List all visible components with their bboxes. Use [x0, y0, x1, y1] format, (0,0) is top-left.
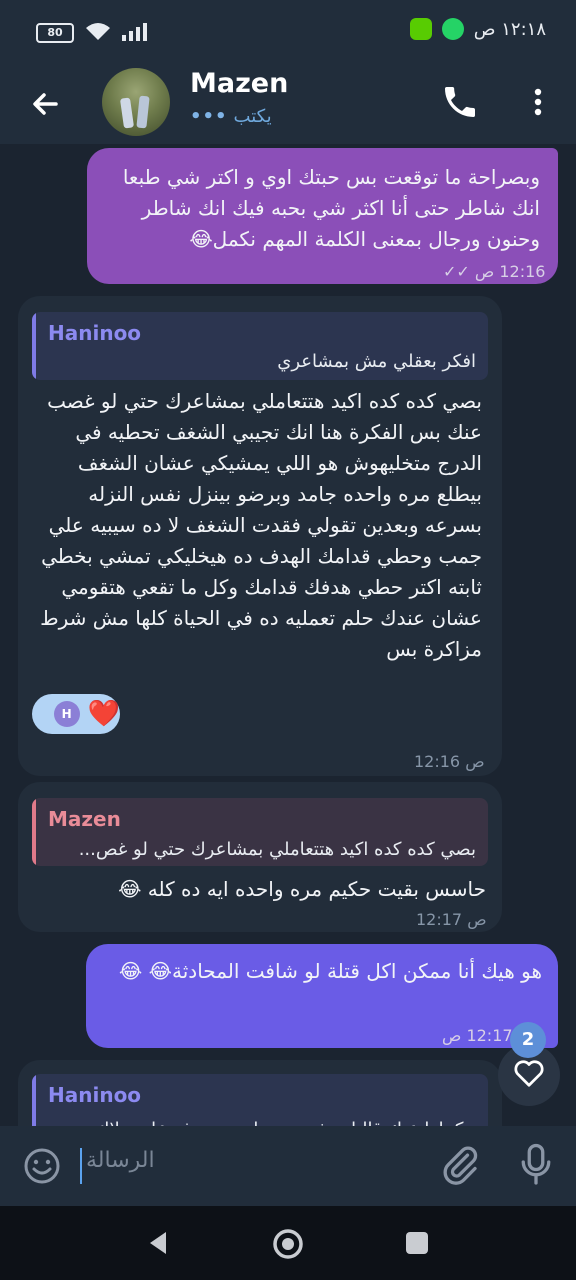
status-left: 80 — [36, 20, 152, 46]
nav-back-icon[interactable] — [146, 1230, 170, 1260]
reply-quote[interactable]: Mazen بصي كده كده اكيد هتتعاملي بمشاعرك … — [32, 798, 488, 866]
reply-bar — [32, 1074, 36, 1126]
reactor-avatar: H — [53, 701, 80, 727]
text-cursor — [80, 1148, 82, 1184]
reply-author: Mazen — [48, 807, 121, 831]
message-text: هو هيك أنا ممكن اكل قتلة لو شافت المحادث… — [118, 959, 542, 983]
message-text: بصي كده كده اكيد هتتعاملي بمشاعرك حتي لو… — [40, 389, 482, 661]
avatar-photo — [119, 97, 135, 129]
message-bubble-outgoing[interactable]: هو هيك أنا ممكن اكل قتلة لو شافت المحادث… — [86, 944, 558, 1048]
composer-bar: الرسالة — [0, 1126, 576, 1206]
message-bubble-incoming[interactable]: Haninoo حكيتلها عنك قالتلي شو حنين انت م… — [18, 1060, 502, 1126]
avatar[interactable] — [102, 68, 170, 136]
reaction-chip[interactable]: ❤️ H — [32, 694, 120, 734]
message-meta: ✓✓ 12:16 ص — [443, 256, 545, 287]
nav-recents-icon[interactable] — [406, 1232, 428, 1254]
chat-header: Mazen ••• يكتب — [0, 62, 576, 144]
reply-quote[interactable]: Haninoo افكر بعقلي مش بمشاعري — [32, 312, 488, 380]
microphone-icon[interactable] — [518, 1142, 554, 1188]
reactions-count-badge[interactable]: 2 — [510, 1022, 546, 1058]
message-input[interactable]: الرسالة — [86, 1148, 155, 1173]
reply-author: Haninoo — [48, 321, 142, 345]
status-bar: 80 ١٢:١٨ ص — [0, 0, 576, 62]
message-bubble-incoming[interactable]: Haninoo افكر بعقلي مش بمشاعري بصي كده كد… — [18, 296, 502, 776]
typing-label: يكتب — [233, 106, 272, 127]
reply-bar — [32, 312, 36, 380]
wifi-icon — [84, 20, 112, 46]
whatsapp-icon — [441, 18, 464, 40]
contact-name[interactable]: Mazen — [190, 68, 288, 99]
duolingo-icon — [409, 18, 432, 40]
message-time: 12:17 ص — [442, 1026, 513, 1045]
message-list[interactable]: وبصراحة ما توقعت بس حبتك اوي و اكتر شي ط… — [0, 144, 576, 1126]
reply-text: افكر بعقلي مش بمشاعري — [277, 351, 476, 372]
system-nav-bar — [0, 1206, 576, 1280]
back-arrow-icon[interactable] — [26, 84, 66, 124]
message-bubble-outgoing[interactable]: وبصراحة ما توقعت بس حبتك اوي و اكتر شي ط… — [87, 148, 558, 284]
battery-icon: 80 — [36, 23, 74, 43]
clock: ١٢:١٨ ص — [473, 18, 546, 40]
message-text: وبصراحة ما توقعت بس حبتك اوي و اكتر شي ط… — [122, 165, 540, 251]
reply-quote[interactable]: Haninoo حكيتلها عنك قالتلي شو حنين انت م… — [32, 1074, 488, 1126]
message-time: 12:16 ص — [474, 262, 546, 281]
message-time: 12:16 ص — [414, 752, 485, 771]
emoji-icon[interactable] — [22, 1146, 62, 1186]
message-time: 12:17 ص — [416, 910, 487, 929]
attach-icon[interactable] — [440, 1144, 480, 1188]
reply-author: Haninoo — [48, 1083, 142, 1107]
read-ticks-icon: ✓✓ — [443, 262, 470, 281]
more-options-icon[interactable] — [524, 82, 552, 122]
heart-reaction-icon: ❤️ — [87, 699, 120, 729]
reply-text: حكيتلها عنك قالتلي شو حنين انت متعرفه عل… — [95, 1114, 476, 1126]
reply-bar — [32, 798, 36, 866]
status-right: ١٢:١٨ ص — [409, 18, 546, 40]
message-bubble-incoming[interactable]: Mazen بصي كده كده اكيد هتتعاملي بمشاعرك … — [18, 782, 502, 932]
phone-icon[interactable] — [440, 82, 480, 122]
reply-text: بصي كده كده اكيد هتتعاملي بمشاعرك حتي لو… — [78, 839, 476, 860]
signal-icon — [122, 21, 152, 45]
message-text: حاسس بقيت حكيم مره واحده ايه ده كله 😂 — [118, 877, 486, 901]
typing-dots-icon: ••• — [190, 106, 228, 127]
typing-status: ••• يكتب — [190, 106, 272, 127]
heart-outline-icon — [512, 1058, 546, 1092]
nav-home-icon[interactable] — [270, 1226, 306, 1266]
avatar-photo-detail — [136, 95, 150, 129]
